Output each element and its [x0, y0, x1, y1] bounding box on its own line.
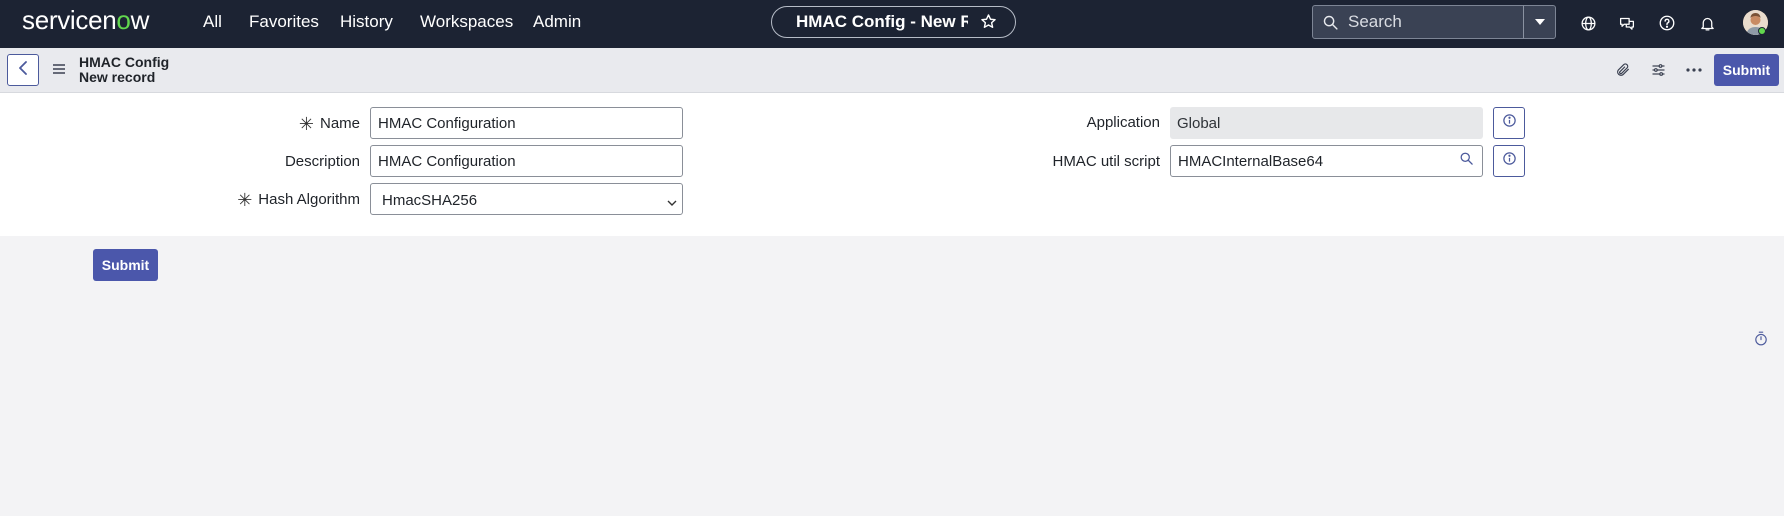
record-header: HMAC Config New record Submit — [0, 48, 1784, 93]
record-form: ✳Name Description ✳Hash Algorithm HmacSH… — [0, 93, 1784, 236]
name-label: ✳ Name — [298, 114, 360, 134]
hash-algorithm-select[interactable]: HmacSHA256 — [370, 183, 683, 215]
search-icon — [1322, 14, 1339, 36]
top-navigation: servicenow All Favorites History Workspa… — [0, 0, 1784, 48]
nav-all[interactable]: All — [203, 12, 222, 32]
context-title-pill[interactable]: HMAC Config - New R… — [771, 6, 1016, 38]
description-input[interactable] — [370, 145, 683, 177]
nav-admin[interactable]: Admin — [533, 12, 581, 32]
context-title: HMAC Config - New R… — [796, 12, 968, 31]
nav-history[interactable]: History — [340, 12, 393, 32]
info-icon — [1502, 151, 1517, 171]
paperclip-icon[interactable] — [1612, 59, 1634, 81]
more-options-icon[interactable] — [1683, 59, 1705, 81]
search-icon — [1459, 151, 1474, 171]
search-scope-dropdown[interactable] — [1523, 5, 1556, 39]
search-input[interactable] — [1348, 12, 1508, 32]
required-asterisk-icon: ✳ — [237, 190, 253, 210]
record-table-name: HMAC Config — [79, 54, 170, 70]
stopwatch-icon[interactable] — [1754, 331, 1768, 351]
nav-workspaces[interactable]: Workspaces — [420, 12, 513, 32]
hmac-util-script-input[interactable] — [1170, 145, 1452, 177]
bell-icon[interactable] — [1697, 13, 1717, 33]
hash-algorithm-value: HmacSHA256 — [382, 192, 478, 209]
chevron-down-icon — [667, 194, 677, 211]
global-search[interactable] — [1312, 5, 1524, 39]
nav-favorites[interactable]: Favorites — [249, 12, 319, 32]
back-button[interactable] — [7, 54, 39, 86]
record-title: HMAC Config New record — [79, 55, 169, 85]
chat-icon[interactable] — [1617, 13, 1637, 33]
online-status-dot — [1758, 27, 1766, 35]
header-submit-button[interactable]: Submit — [1714, 54, 1779, 86]
description-label: Description — [284, 153, 360, 170]
caret-down-icon — [1534, 13, 1546, 31]
info-icon — [1502, 113, 1517, 133]
hash-algorithm-label: ✳ Hash Algorithm — [237, 190, 360, 210]
globe-icon[interactable] — [1578, 13, 1598, 33]
reference-lookup-button[interactable] — [1451, 145, 1483, 177]
star-icon[interactable] — [980, 13, 997, 35]
hmac-util-script-label: HMAC util script — [1052, 153, 1160, 170]
help-icon[interactable] — [1657, 13, 1677, 33]
form-submit-button[interactable]: Submit — [93, 249, 158, 281]
servicenow-logo[interactable]: servicenow — [22, 5, 149, 36]
required-asterisk-icon: ✳ — [298, 114, 314, 134]
application-field: Global — [1170, 107, 1483, 139]
hmac-util-script-info-button[interactable] — [1493, 145, 1525, 177]
record-subtitle: New record — [79, 69, 156, 85]
name-input[interactable] — [370, 107, 683, 139]
application-info-button[interactable] — [1493, 107, 1525, 139]
chevron-left-icon — [18, 60, 28, 80]
hamburger-menu-icon[interactable] — [52, 62, 66, 80]
sliders-icon[interactable] — [1647, 59, 1669, 81]
application-label: Application — [1086, 114, 1160, 131]
